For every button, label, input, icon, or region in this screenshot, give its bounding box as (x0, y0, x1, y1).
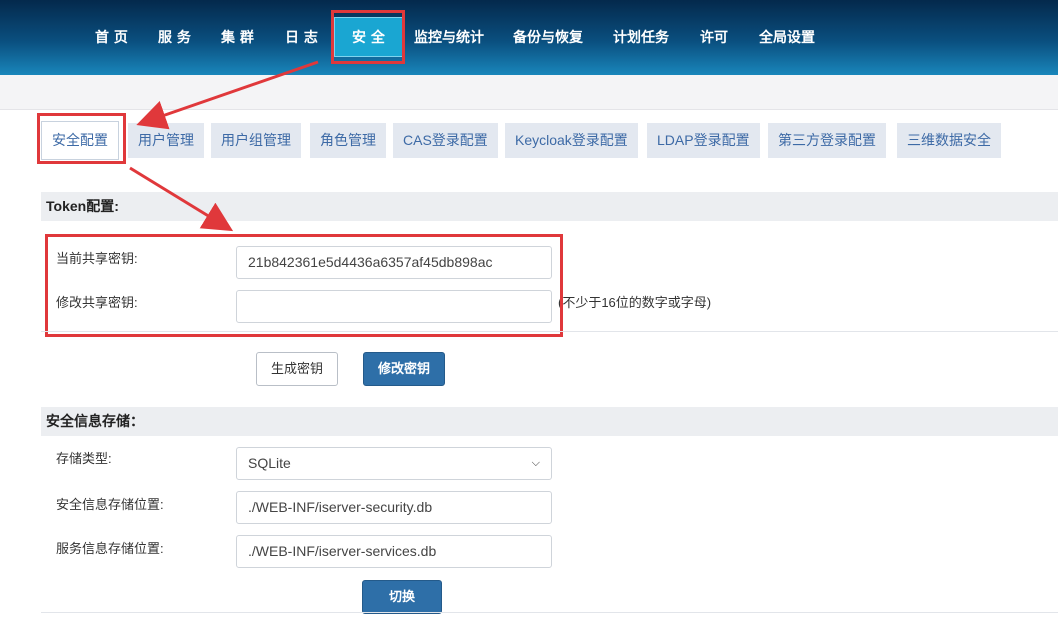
nav-home[interactable]: 首 页 (95, 0, 128, 75)
storage-section-title: 安全信息存储： (41, 407, 1058, 436)
subheader-strip (0, 75, 1058, 110)
services-path-label: 服务信息存储位置: (56, 541, 164, 556)
current-key-field[interactable]: 21b842361e5d4436a6357af45db898ac (236, 246, 552, 279)
chevron-down-icon: ⌵ (531, 457, 540, 469)
security-path-label: 安全信息存储位置: (56, 497, 164, 512)
token-section-title: Token配置: (41, 192, 1058, 221)
storage-type-value: SQLite (248, 455, 291, 471)
tab-role-management[interactable]: 角色管理 (310, 123, 386, 158)
nav-logs[interactable]: 日 志 (285, 0, 318, 75)
generate-key-button[interactable]: 生成密钥 (256, 352, 338, 386)
modify-key-button[interactable]: 修改密钥 (363, 352, 445, 386)
nav-license[interactable]: 许可 (700, 0, 728, 75)
modify-key-label: 修改共享密钥: (56, 295, 138, 310)
tab-third-party-login[interactable]: 第三方登录配置 (768, 123, 886, 158)
tab-ldap-login[interactable]: LDAP登录配置 (647, 123, 760, 158)
nav-services[interactable]: 服 务 (158, 0, 191, 75)
nav-monitoring[interactable]: 监控与统计 (414, 0, 484, 75)
key-length-hint: (不少于16位的数字或字母) (558, 295, 712, 310)
tab-cas-login[interactable]: CAS登录配置 (393, 123, 498, 158)
storage-type-select[interactable]: SQLite ⌵ (236, 447, 552, 480)
token-divider (41, 331, 1058, 332)
nav-backup-restore[interactable]: 备份与恢复 (513, 0, 583, 75)
tab-group-management[interactable]: 用户组管理 (211, 123, 301, 158)
security-path-field[interactable]: ./WEB-INF/iserver-security.db (236, 491, 552, 524)
tab-user-management[interactable]: 用户管理 (128, 123, 204, 158)
services-path-field[interactable]: ./WEB-INF/iserver-services.db (236, 535, 552, 568)
storage-divider (41, 612, 1058, 613)
current-key-label: 当前共享密钥: (56, 251, 138, 266)
tab-3d-data-security[interactable]: 三维数据安全 (897, 123, 1001, 158)
modify-key-input[interactable] (236, 290, 552, 323)
tab-keycloak-login[interactable]: Keycloak登录配置 (505, 123, 638, 158)
tab-security-config[interactable]: 安全配置 (41, 121, 119, 160)
storage-type-label: 存储类型: (56, 451, 112, 466)
switch-button[interactable]: 切换 (362, 580, 442, 614)
nav-security[interactable]: 安 全 (334, 17, 403, 57)
nav-cluster[interactable]: 集 群 (221, 0, 254, 75)
nav-scheduled-tasks[interactable]: 计划任务 (613, 0, 669, 75)
nav-global-settings[interactable]: 全局设置 (759, 0, 815, 75)
top-nav-bar: 首 页 服 务 集 群 日 志 安 全 监控与统计 备份与恢复 计划任务 许可 … (0, 0, 1058, 75)
